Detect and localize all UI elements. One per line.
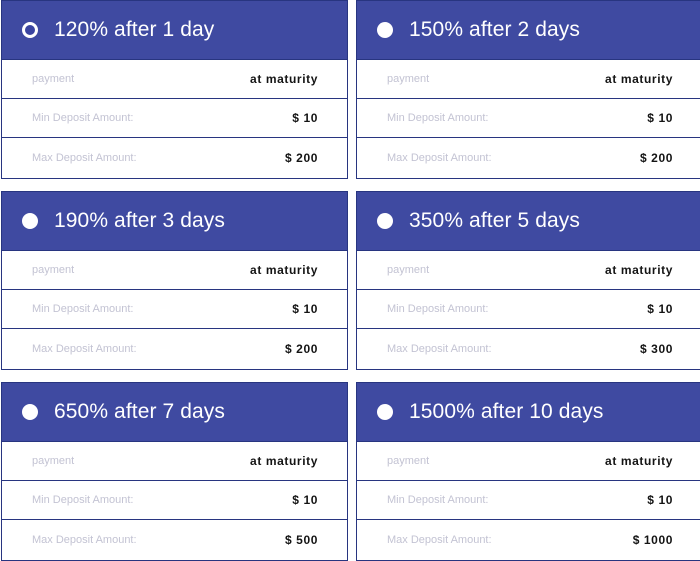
radio-unselected-icon[interactable] [377, 22, 393, 38]
row-value: $ 1000 [632, 533, 673, 547]
min-deposit-row: Min Deposit Amount: $ 10 [357, 481, 700, 520]
radio-unselected-icon[interactable] [377, 213, 393, 229]
row-label: Min Deposit Amount: [32, 494, 134, 506]
row-label: payment [32, 73, 75, 85]
row-label: Min Deposit Amount: [32, 303, 134, 315]
radio-selected-icon[interactable] [22, 22, 38, 38]
row-label: payment [387, 264, 430, 276]
plan-title: 120% after 1 day [54, 18, 215, 41]
plan-card[interactable]: 350% after 5 days payment at maturity Min… [356, 191, 700, 370]
row-value: $ 500 [284, 533, 318, 547]
row-value: at maturity [605, 454, 673, 468]
plan-card[interactable]: 1500% after 10 days payment at maturity M… [356, 382, 700, 561]
plan-header[interactable]: 120% after 1 day [2, 1, 347, 60]
row-value: $ 200 [639, 151, 673, 165]
plan-header[interactable]: 350% after 5 days [357, 192, 700, 251]
row-label: Max Deposit Amount: [387, 343, 492, 355]
row-value: $ 10 [647, 111, 673, 125]
row-label: Min Deposit Amount: [387, 112, 489, 124]
row-value: $ 10 [647, 493, 673, 507]
plan-header[interactable]: 650% after 7 days [2, 383, 347, 442]
payment-row: payment at maturity [2, 251, 347, 290]
row-label: Min Deposit Amount: [387, 494, 489, 506]
plan-header[interactable]: 150% after 2 days [357, 1, 700, 60]
row-value: $ 300 [639, 342, 673, 356]
max-deposit-row: Max Deposit Amount: $ 500 [2, 520, 347, 560]
radio-unselected-icon[interactable] [377, 404, 393, 420]
plan-title: 650% after 7 days [54, 400, 225, 423]
row-label: Min Deposit Amount: [387, 303, 489, 315]
row-value: $ 10 [292, 493, 318, 507]
plan-card[interactable]: 120% after 1 day payment at maturity Min … [1, 0, 348, 179]
row-label: Max Deposit Amount: [32, 534, 137, 546]
plan-title: 1500% after 10 days [409, 400, 604, 423]
plan-card[interactable]: 650% after 7 days payment at maturity Min… [1, 382, 348, 561]
payment-row: payment at maturity [2, 442, 347, 481]
min-deposit-row: Min Deposit Amount: $ 10 [2, 290, 347, 329]
payment-row: payment at maturity [357, 60, 700, 99]
plan-title: 150% after 2 days [409, 18, 580, 41]
row-value: $ 200 [284, 151, 318, 165]
row-label: payment [387, 455, 430, 467]
row-value: at maturity [605, 72, 673, 86]
plan-header[interactable]: 1500% after 10 days [357, 383, 700, 442]
row-label: Min Deposit Amount: [32, 112, 134, 124]
plan-card[interactable]: 150% after 2 days payment at maturity Min… [356, 0, 700, 179]
row-value: at maturity [605, 263, 673, 277]
min-deposit-row: Min Deposit Amount: $ 10 [2, 481, 347, 520]
plan-card[interactable]: 190% after 3 days payment at maturity Min… [1, 191, 348, 370]
max-deposit-row: Max Deposit Amount: $ 200 [2, 329, 347, 369]
row-label: payment [32, 455, 75, 467]
row-value: $ 10 [292, 302, 318, 316]
min-deposit-row: Min Deposit Amount: $ 10 [357, 99, 700, 138]
row-value: $ 10 [647, 302, 673, 316]
radio-unselected-icon[interactable] [22, 213, 38, 229]
plan-title: 190% after 3 days [54, 209, 225, 232]
row-value: at maturity [250, 263, 318, 277]
plan-header[interactable]: 190% after 3 days [2, 192, 347, 251]
max-deposit-row: Max Deposit Amount: $ 200 [357, 138, 700, 178]
payment-row: payment at maturity [357, 442, 700, 481]
plan-title: 350% after 5 days [409, 209, 580, 232]
radio-unselected-icon[interactable] [22, 404, 38, 420]
row-label: Max Deposit Amount: [387, 534, 492, 546]
row-value: $ 10 [292, 111, 318, 125]
payment-row: payment at maturity [357, 251, 700, 290]
row-label: payment [387, 73, 430, 85]
row-value: at maturity [250, 72, 318, 86]
row-value: $ 200 [284, 342, 318, 356]
payment-row: payment at maturity [2, 60, 347, 99]
row-label: Max Deposit Amount: [32, 343, 137, 355]
max-deposit-row: Max Deposit Amount: $ 200 [2, 138, 347, 178]
row-label: payment [32, 264, 75, 276]
row-label: Max Deposit Amount: [32, 152, 137, 164]
row-label: Max Deposit Amount: [387, 152, 492, 164]
row-value: at maturity [250, 454, 318, 468]
min-deposit-row: Min Deposit Amount: $ 10 [2, 99, 347, 138]
min-deposit-row: Min Deposit Amount: $ 10 [357, 290, 700, 329]
max-deposit-row: Max Deposit Amount: $ 300 [357, 329, 700, 369]
max-deposit-row: Max Deposit Amount: $ 1000 [357, 520, 700, 560]
